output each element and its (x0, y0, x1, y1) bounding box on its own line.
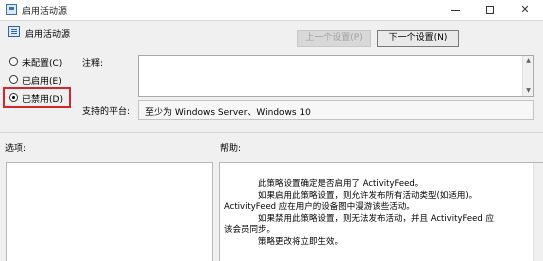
close-icon: ✕ (520, 3, 530, 16)
platform-field: 至少为 Windows Server、Windows 10 (138, 100, 534, 120)
maximize-button[interactable] (475, 0, 505, 20)
scroll-down-icon[interactable]: ▼ (524, 87, 533, 95)
next-setting-button[interactable]: 下一个设置(N) (377, 30, 459, 47)
policy-setting-window: 启用活动源 ✕ 启用活动源 上一个设置(P) 下一个设置(N) 未配置(C) 已… (0, 0, 543, 261)
close-button[interactable]: ✕ (510, 0, 540, 20)
maximize-icon (486, 6, 494, 14)
minimize-button[interactable] (440, 0, 470, 20)
comment-textarea[interactable]: ▲ ▼ (138, 55, 534, 97)
title-bar: 启用活动源 ✕ (0, 0, 543, 21)
comment-scrollbar[interactable]: ▲ ▼ (522, 56, 533, 96)
options-label: 选项: (5, 144, 27, 154)
help-text-line: 策略更改将立即生效。 (258, 237, 344, 247)
help-text-line: 此策略设置确定是否启用了 ActivityFeed。 (258, 179, 424, 189)
help-text-line: ActivityFeed 应在用户的设备图中漫游该些活动。 (224, 202, 415, 212)
setting-title: 启用活动源 (25, 30, 71, 40)
window-title: 启用活动源 (22, 7, 68, 17)
scroll-up-icon[interactable]: ▲ (524, 57, 533, 65)
radio-label: 未配置(C) (22, 59, 63, 69)
help-scrollbar[interactable] (533, 163, 543, 261)
options-pane (6, 162, 213, 261)
comment-label: 注释: (82, 59, 104, 69)
platform-value: 至少为 Windows Server、Windows 10 (145, 108, 311, 118)
help-label: 帮助: (220, 144, 242, 154)
minimize-icon (450, 9, 460, 11)
platform-label: 支持的平台: (82, 107, 131, 117)
help-pane: 此策略设置确定是否启用了 ActivityFeed。 如果启用此策略设置，则允许… (219, 162, 543, 261)
radio-button[interactable] (9, 57, 18, 66)
divider (0, 132, 543, 133)
radio-label: 已启用(E) (22, 77, 62, 87)
help-text-line: 该会员同步。 (224, 225, 276, 235)
help-text-line: 如果禁用此策略设置，则无法发布活动，并且 ActivityFeed 应 (258, 214, 494, 224)
radio-button[interactable] (9, 75, 18, 84)
setting-icon (8, 26, 20, 37)
highlight-box (3, 87, 71, 108)
previous-setting-button[interactable]: 上一个设置(P) (297, 30, 371, 47)
policy-icon (6, 4, 17, 15)
